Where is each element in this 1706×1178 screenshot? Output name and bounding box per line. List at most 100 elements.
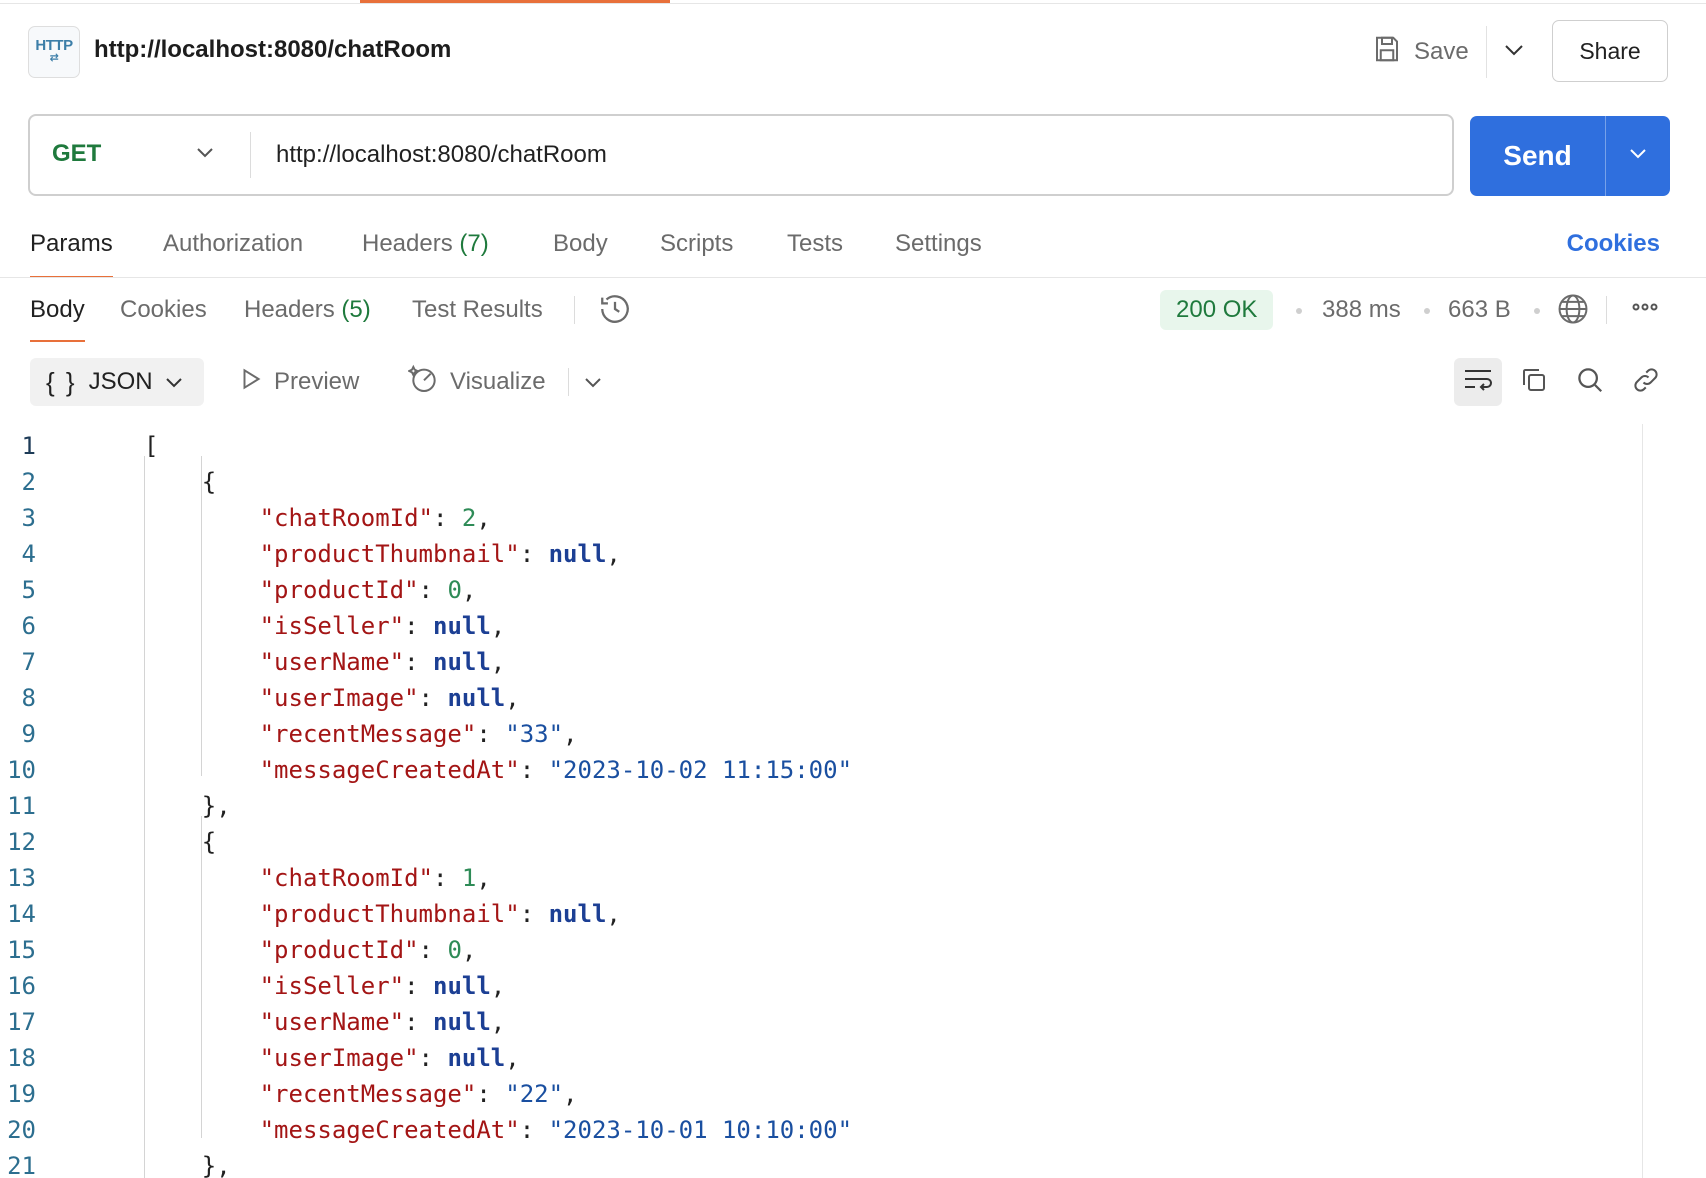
json-number: 1 xyxy=(461,864,477,892)
url-divider xyxy=(250,132,251,178)
search-button[interactable] xyxy=(1566,358,1614,406)
json-key: "productId" xyxy=(259,936,419,964)
code-line: 1[ xyxy=(0,428,1640,464)
json-punctuation: : xyxy=(404,972,433,1000)
format-select[interactable]: { } JSON xyxy=(30,358,204,406)
json-key: "messageCreatedAt" xyxy=(259,1116,520,1144)
json-key: "userImage" xyxy=(259,1044,419,1072)
save-button[interactable]: Save xyxy=(1372,32,1469,72)
url-input[interactable] xyxy=(276,132,1426,178)
line-number: 7 xyxy=(21,648,36,676)
code-line: 4 "productThumbnail": null, xyxy=(0,536,1640,572)
line-number: 13 xyxy=(7,864,36,892)
tab-params[interactable]: Params xyxy=(30,226,113,278)
line-number: 20 xyxy=(7,1116,36,1144)
tab-tests[interactable]: Tests xyxy=(787,226,843,278)
json-punctuation: : xyxy=(519,1116,549,1144)
json-punctuation xyxy=(144,864,260,892)
code-line: 20 "messageCreatedAt": "2023-10-01 10:10… xyxy=(0,1112,1640,1148)
chevron-down-icon xyxy=(1504,43,1524,61)
json-punctuation: , xyxy=(490,1008,506,1036)
line-number: 1 xyxy=(21,432,36,460)
line-number: 21 xyxy=(7,1152,36,1178)
preview-button[interactable]: Preview xyxy=(238,362,359,402)
more-options-button[interactable] xyxy=(1630,292,1660,342)
json-null: null xyxy=(433,972,491,1000)
tab-headers[interactable]: Headers (7) xyxy=(362,226,489,278)
tab-response-headers[interactable]: Headers (5) xyxy=(244,292,371,342)
json-punctuation: : xyxy=(404,648,433,676)
json-punctuation xyxy=(144,720,260,748)
chevron-down-icon[interactable] xyxy=(196,146,214,164)
tab-label: Cookies xyxy=(120,296,207,323)
tab-label: Body xyxy=(553,230,608,257)
code-text: "chatRoomId": 1, xyxy=(144,860,491,896)
request-title[interactable]: http://localhost:8080/chatRoom xyxy=(94,36,451,64)
visualize-button[interactable]: Visualize xyxy=(407,362,546,402)
arrows-icon: ⇄ xyxy=(49,52,59,64)
tab-response-body[interactable]: Body xyxy=(30,292,85,342)
line-number: 2 xyxy=(21,468,36,496)
json-punctuation: , xyxy=(606,540,621,568)
code-text: "recentMessage": "33", xyxy=(144,716,578,752)
tab-response-cookies[interactable]: Cookies xyxy=(120,292,207,342)
code-text: }, xyxy=(144,788,231,824)
tab-label: Params xyxy=(30,230,113,257)
visualize-label: Visualize xyxy=(450,368,546,395)
status-badge: 200 OK xyxy=(1160,290,1274,330)
copy-button[interactable] xyxy=(1510,358,1558,406)
json-null: null xyxy=(433,1008,491,1036)
json-key: "isSeller" xyxy=(259,972,405,1000)
json-punctuation: : xyxy=(519,540,549,568)
tab-authorization[interactable]: Authorization xyxy=(163,226,303,278)
json-punctuation xyxy=(144,1080,260,1108)
json-punctuation: : xyxy=(519,900,549,928)
json-punctuation: , xyxy=(476,864,491,892)
link-icon xyxy=(1631,365,1661,400)
code-line: 6 "isSeller": null, xyxy=(0,608,1640,644)
json-key: "messageCreatedAt" xyxy=(259,756,520,784)
json-punctuation xyxy=(144,612,260,640)
json-punctuation: , xyxy=(490,648,506,676)
send-button[interactable]: Send xyxy=(1470,116,1605,196)
meta-divider xyxy=(1606,296,1607,324)
line-number: 9 xyxy=(21,720,36,748)
json-punctuation: , xyxy=(563,720,578,748)
tab-label: Test Results xyxy=(412,296,543,323)
wrap-lines-button[interactable] xyxy=(1454,358,1502,406)
json-punctuation: : xyxy=(418,576,448,604)
preview-label: Preview xyxy=(274,368,360,395)
tab-scripts[interactable]: Scripts xyxy=(660,226,733,278)
network-info-button[interactable] xyxy=(1556,292,1590,342)
tab-test-results[interactable]: Test Results xyxy=(412,292,543,342)
link-button[interactable] xyxy=(1622,358,1670,406)
viewer-scrollbar-track[interactable] xyxy=(1642,424,1643,1178)
save-options-button[interactable] xyxy=(1486,26,1541,78)
line-number: 4 xyxy=(21,540,36,568)
history-button[interactable] xyxy=(598,292,632,342)
tab-settings[interactable]: Settings xyxy=(895,226,982,278)
line-number: 15 xyxy=(7,936,36,964)
json-key: "chatRoomId" xyxy=(259,864,433,892)
chevron-down-icon xyxy=(1629,147,1647,165)
tab-count: (5) xyxy=(341,296,371,323)
response-body-viewer[interactable]: 1[2 {3 "chatRoomId": 2, 4 "productThumbna… xyxy=(0,424,1640,1178)
response-size: 663 B xyxy=(1448,296,1511,323)
share-button[interactable]: Share xyxy=(1552,20,1668,82)
json-punctuation: : xyxy=(476,720,506,748)
code-line: 3 "chatRoomId": 2, xyxy=(0,500,1640,536)
json-key: "recentMessage" xyxy=(259,720,477,748)
visualize-options-button[interactable] xyxy=(584,362,602,402)
tab-body[interactable]: Body xyxy=(553,226,608,278)
json-punctuation xyxy=(144,972,260,1000)
tab-label: Authorization xyxy=(163,230,304,257)
code-text: "userName": null, xyxy=(144,1004,506,1040)
json-punctuation: }, xyxy=(144,1152,231,1178)
format-label: JSON xyxy=(88,368,153,395)
json-string: "2023-10-02 11:15:00" xyxy=(548,756,853,784)
json-string: "2023-10-01 10:10:00" xyxy=(548,1116,853,1144)
method-select[interactable]: GET xyxy=(52,140,101,168)
cookies-link[interactable]: Cookies xyxy=(1567,226,1660,262)
json-punctuation xyxy=(144,504,260,532)
send-options-button[interactable] xyxy=(1605,116,1670,196)
